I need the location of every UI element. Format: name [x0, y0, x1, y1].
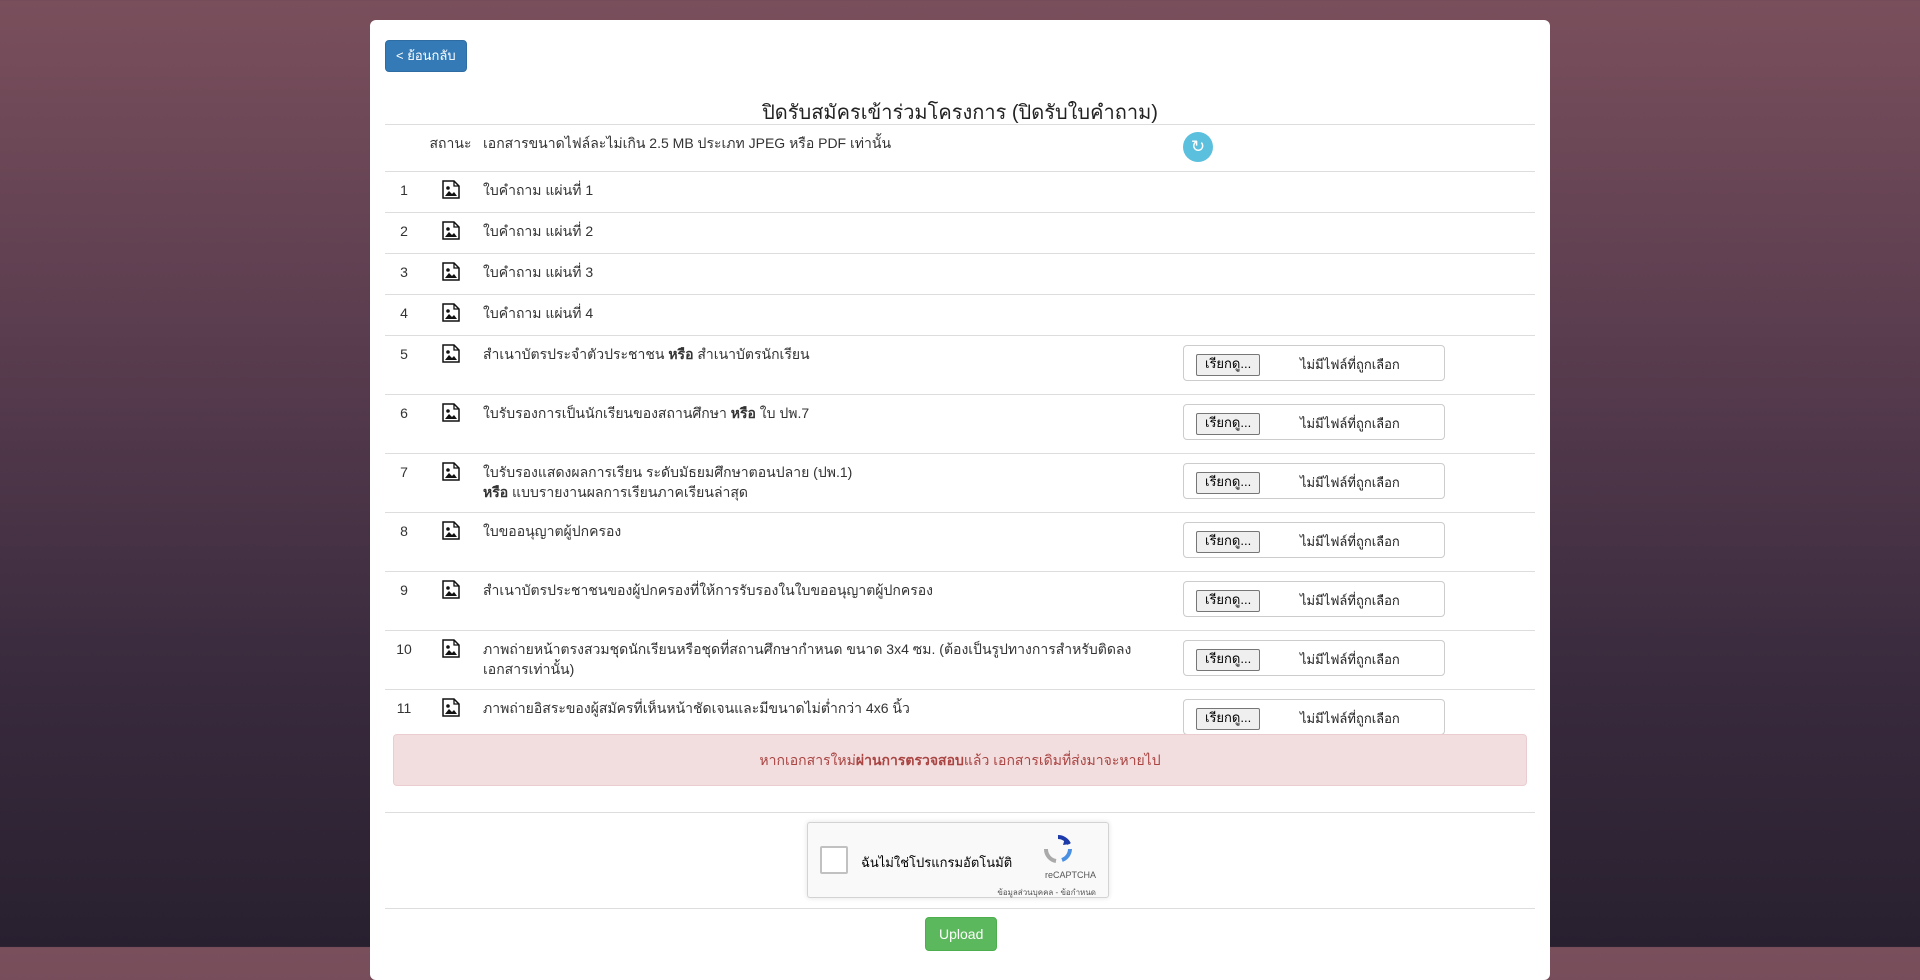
status-header: สถานะ	[423, 124, 478, 172]
divider	[385, 812, 1535, 813]
image-file-icon	[441, 221, 460, 240]
documents-table: สถานะ เอกสารขนาดไฟล์ละไม่เกิน 2.5 MB ประ…	[385, 124, 1535, 748]
document-label: ใบคำถาม แผ่นที่ 4	[478, 294, 1178, 336]
table-row: 10 ภาพถ่ายหน้าตรงสวมชุดนักเรียนหรือชุดที…	[385, 630, 1535, 690]
image-file-icon	[441, 462, 460, 481]
row-number: 2	[385, 212, 423, 254]
recaptcha-checkbox[interactable]	[820, 846, 848, 874]
upload-button[interactable]: Upload	[925, 917, 998, 951]
image-file-icon	[441, 262, 460, 281]
table-row: 9 สำเนาบัตรประชาชนของผู้ปกครองที่ให้การร…	[385, 571, 1535, 631]
table-row: 5 สำเนาบัตรประจำตัวประชาชน หรือ สำเนาบัต…	[385, 335, 1535, 395]
file-status: ไม่มีไฟล์ที่ถูกเลือก	[1300, 593, 1400, 608]
recaptcha-brand: reCAPTCHA	[1044, 870, 1096, 880]
document-label: ใบคำถาม แผ่นที่ 3	[478, 253, 1178, 295]
table-header-row: สถานะ เอกสารขนาดไฟล์ละไม่เกิน 2.5 MB ประ…	[385, 124, 1535, 172]
file-status: ไม่มีไฟล์ที่ถูกเลือก	[1300, 416, 1400, 431]
recaptcha-logo-icon	[1043, 834, 1072, 863]
row-number: 8	[385, 512, 423, 572]
upload-card: < ย้อนกลับ ปิดรับสมัครเข้าร่วมโครงการ (ป…	[370, 20, 1550, 980]
divider	[385, 908, 1535, 909]
table-row: 6 ใบรับรองการเป็นนักเรียนของสถานศึกษา หร…	[385, 394, 1535, 454]
file-status: ไม่มีไฟล์ที่ถูกเลือก	[1300, 475, 1400, 490]
file-status: ไม่มีไฟล์ที่ถูกเลือก	[1300, 711, 1400, 726]
row-number: 3	[385, 253, 423, 295]
image-file-icon	[441, 580, 460, 599]
image-file-icon	[441, 344, 460, 363]
table-row: 7 ใบรับรองแสดงผลการเรียน ระดับมัธยมศึกษา…	[385, 453, 1535, 513]
browse-button[interactable]: เรียกดู...	[1196, 413, 1261, 435]
table-row: 2 ใบคำถาม แผ่นที่ 2	[385, 212, 1535, 254]
file-input[interactable]: เรียกดู... ไม่มีไฟล์ที่ถูกเลือก	[1183, 640, 1445, 676]
image-file-icon	[441, 698, 460, 717]
file-input[interactable]: เรียกดู... ไม่มีไฟล์ที่ถูกเลือก	[1183, 581, 1445, 617]
recaptcha-terms-link[interactable]: ข้อมูลส่วนบุคคล - ข้อกำหนด	[997, 886, 1096, 899]
table-row: 3 ใบคำถาม แผ่นที่ 3	[385, 253, 1535, 295]
document-label: สำเนาบัตรประชาชนของผู้ปกครองที่ให้การรับ…	[478, 571, 1178, 631]
document-label: ใบรับรองแสดงผลการเรียน ระดับมัธยมศึกษาตอ…	[478, 453, 1178, 513]
file-input[interactable]: เรียกดู... ไม่มีไฟล์ที่ถูกเลือก	[1183, 522, 1445, 558]
document-label: สำเนาบัตรประจำตัวประชาชน หรือ สำเนาบัตรน…	[478, 335, 1178, 395]
file-status: ไม่มีไฟล์ที่ถูกเลือก	[1300, 534, 1400, 549]
image-file-icon	[441, 521, 460, 540]
recaptcha-widget: ฉันไม่ใช่โปรแกรมอัตโนมัติ reCAPTCHA ข้อม…	[807, 822, 1109, 898]
document-label: ภาพถ่ายหน้าตรงสวมชุดนักเรียนหรือชุดที่สถ…	[478, 630, 1178, 690]
file-status: ไม่มีไฟล์ที่ถูกเลือก	[1300, 357, 1400, 372]
row-number: 7	[385, 453, 423, 513]
recaptcha-label: ฉันไม่ใช่โปรแกรมอัตโนมัติ	[861, 855, 1013, 870]
image-file-icon	[441, 303, 460, 322]
file-input[interactable]: เรียกดู... ไม่มีไฟล์ที่ถูกเลือก	[1183, 345, 1445, 381]
row-number: 1	[385, 171, 423, 213]
document-label: ใบขออนุญาตผู้ปกครอง	[478, 512, 1178, 572]
back-button[interactable]: < ย้อนกลับ	[385, 40, 467, 72]
file-input[interactable]: เรียกดู... ไม่มีไฟล์ที่ถูกเลือก	[1183, 699, 1445, 735]
row-number: 9	[385, 571, 423, 631]
document-label: ใบรับรองการเป็นนักเรียนของสถานศึกษา หรือ…	[478, 394, 1178, 454]
row-number: 6	[385, 394, 423, 454]
image-file-icon	[441, 403, 460, 422]
browse-button[interactable]: เรียกดู...	[1196, 354, 1261, 376]
document-label: ใบคำถาม แผ่นที่ 2	[478, 212, 1178, 254]
browse-button[interactable]: เรียกดู...	[1196, 531, 1261, 553]
file-input[interactable]: เรียกดู... ไม่มีไฟล์ที่ถูกเลือก	[1183, 463, 1445, 499]
row-number: 5	[385, 335, 423, 395]
table-row: 1 ใบคำถาม แผ่นที่ 1	[385, 171, 1535, 213]
browse-button[interactable]: เรียกดู...	[1196, 590, 1261, 612]
refresh-icon[interactable]: ↻	[1183, 132, 1213, 162]
row-number: 4	[385, 294, 423, 336]
file-requirements-note: เอกสารขนาดไฟล์ละไม่เกิน 2.5 MB ประเภท JP…	[478, 124, 1178, 172]
table-row: 4 ใบคำถาม แผ่นที่ 4	[385, 294, 1535, 336]
browse-button[interactable]: เรียกดู...	[1196, 708, 1261, 730]
image-file-icon	[441, 639, 460, 658]
file-status: ไม่มีไฟล์ที่ถูกเลือก	[1300, 652, 1400, 667]
image-file-icon	[441, 180, 460, 199]
browse-button[interactable]: เรียกดู...	[1196, 472, 1261, 494]
replace-warning-alert: หากเอกสารใหม่ผ่านการตรวจสอบแล้ว เอกสารเด…	[393, 734, 1527, 786]
file-input[interactable]: เรียกดู... ไม่มีไฟล์ที่ถูกเลือก	[1183, 404, 1445, 440]
table-row: 8 ใบขออนุญาตผู้ปกครอง เรียกดู... ไม่มีไฟ…	[385, 512, 1535, 572]
document-label: ใบคำถาม แผ่นที่ 1	[478, 171, 1178, 213]
browse-button[interactable]: เรียกดู...	[1196, 649, 1261, 671]
row-number: 10	[385, 630, 423, 690]
